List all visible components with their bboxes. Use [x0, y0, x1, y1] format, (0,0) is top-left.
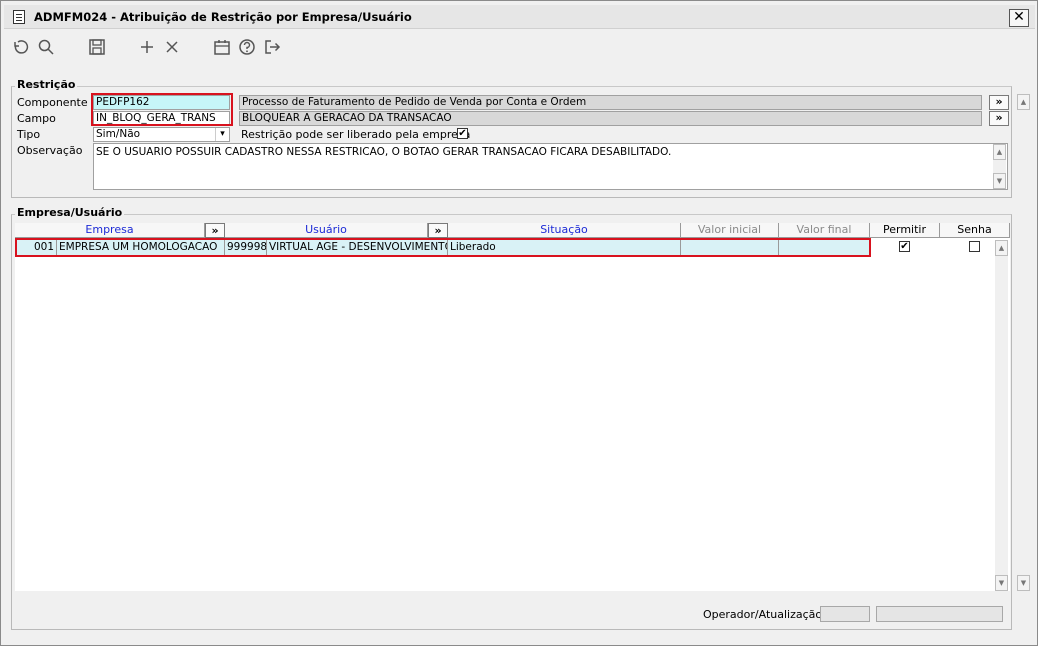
observacao-scrollbar[interactable]: ▲ ▼	[993, 144, 1006, 189]
col-empresa-header[interactable]: Empresa	[15, 223, 205, 238]
title-bar: ADMFM024 - Atribuição de Restrição por E…	[4, 5, 1035, 29]
campo-label: Campo	[17, 112, 56, 125]
toolbar	[4, 33, 1035, 65]
col-situacao-header[interactable]: Situação	[448, 223, 681, 238]
empresa-code-cell[interactable]: 001	[15, 239, 57, 256]
liberado-checkbox[interactable]: ✔	[457, 128, 468, 139]
atualizacao-field	[876, 606, 1003, 622]
componente-description: Processo de Faturamento de Pedido de Ven…	[239, 95, 982, 110]
undo-icon[interactable]	[10, 38, 30, 58]
campo-description: BLOQUEAR A GERACAO DA TRANSACAO	[239, 111, 982, 126]
scroll-up-icon[interactable]: ▲	[993, 144, 1006, 160]
col-senha-header[interactable]: Senha	[940, 223, 1010, 238]
tipo-label: Tipo	[17, 128, 41, 141]
empresa-usuario-group-label: Empresa/Usuário	[15, 206, 125, 219]
exit-icon[interactable]	[262, 38, 282, 58]
close-button[interactable]: ✕	[1009, 9, 1029, 27]
document-icon	[13, 10, 25, 24]
observacao-textarea[interactable]: SE O USUARIO POSSUIR CADASTRO NESSA REST…	[93, 143, 1008, 190]
valor-final-cell[interactable]	[779, 239, 870, 256]
grid-scrollbar[interactable]: ▲ ▼	[995, 240, 1008, 591]
col-valor-final-header[interactable]: Valor final	[779, 223, 870, 238]
add-icon[interactable]	[137, 38, 157, 58]
operador-label: Operador/Atualização	[703, 608, 823, 621]
operador-field	[820, 606, 870, 622]
chevron-down-icon[interactable]: ▾	[215, 128, 229, 141]
tipo-select-value: Sim/Não	[96, 128, 141, 140]
usuario-name-cell[interactable]: VIRTUAL AGE - DESENVOLVIMENTO	[267, 239, 448, 256]
help-icon[interactable]	[237, 38, 257, 58]
observacao-label: Observação	[17, 144, 83, 157]
usuario-code-cell[interactable]: 999998	[225, 239, 267, 256]
delete-icon[interactable]	[162, 38, 182, 58]
empresa-lookup-button[interactable]: »	[205, 223, 225, 238]
col-usuario-header[interactable]: Usuário	[225, 223, 428, 238]
search-icon[interactable]	[36, 38, 56, 58]
senha-checkbox[interactable]	[969, 241, 980, 252]
form-scrollbar[interactable]: ▲ ▼	[1017, 94, 1030, 591]
componente-input[interactable]: PEDFP162	[93, 95, 230, 110]
scroll-up-icon[interactable]: ▲	[995, 240, 1008, 256]
campo-input[interactable]: IN_BLOQ_GERA_TRANS	[93, 111, 230, 126]
window-title: ADMFM024 - Atribuição de Restrição por E…	[34, 10, 412, 24]
usuario-lookup-button[interactable]: »	[428, 223, 448, 238]
restricao-group-label: Restrição	[15, 78, 78, 91]
valor-inicial-cell[interactable]	[681, 239, 779, 256]
checkmark-icon: ✔	[900, 241, 909, 252]
col-valor-inicial-header[interactable]: Valor inicial	[681, 223, 779, 238]
componente-lookup-button[interactable]: »	[989, 95, 1009, 110]
checkmark-icon: ✔	[458, 128, 467, 139]
observacao-text: SE O USUARIO POSSUIR CADASTRO NESSA REST…	[96, 146, 672, 158]
col-permitir-header[interactable]: Permitir	[870, 223, 940, 238]
permitir-checkbox[interactable]: ✔	[899, 241, 910, 252]
scroll-down-icon[interactable]: ▼	[993, 173, 1006, 189]
situacao-cell[interactable]: Liberado	[448, 239, 681, 256]
componente-label: Componente	[17, 96, 88, 109]
calendar-icon[interactable]	[212, 38, 232, 58]
scroll-down-icon[interactable]: ▼	[995, 575, 1008, 591]
empresa-usuario-grid: Empresa » Usuário » Situação Valor inici…	[15, 223, 1010, 591]
save-icon[interactable]	[87, 38, 107, 58]
scroll-up-icon[interactable]: ▲	[1017, 94, 1030, 110]
scroll-down-icon[interactable]: ▼	[1017, 575, 1030, 591]
empresa-name-cell[interactable]: EMPRESA UM HOMOLOGACAO	[57, 239, 225, 256]
tipo-select[interactable]: Sim/Não ▾	[93, 127, 230, 142]
main-window: ADMFM024 - Atribuição de Restrição por E…	[0, 0, 1038, 646]
campo-lookup-button[interactable]: »	[989, 111, 1009, 126]
liberado-label: Restrição pode ser liberado pela empresa	[241, 128, 471, 141]
